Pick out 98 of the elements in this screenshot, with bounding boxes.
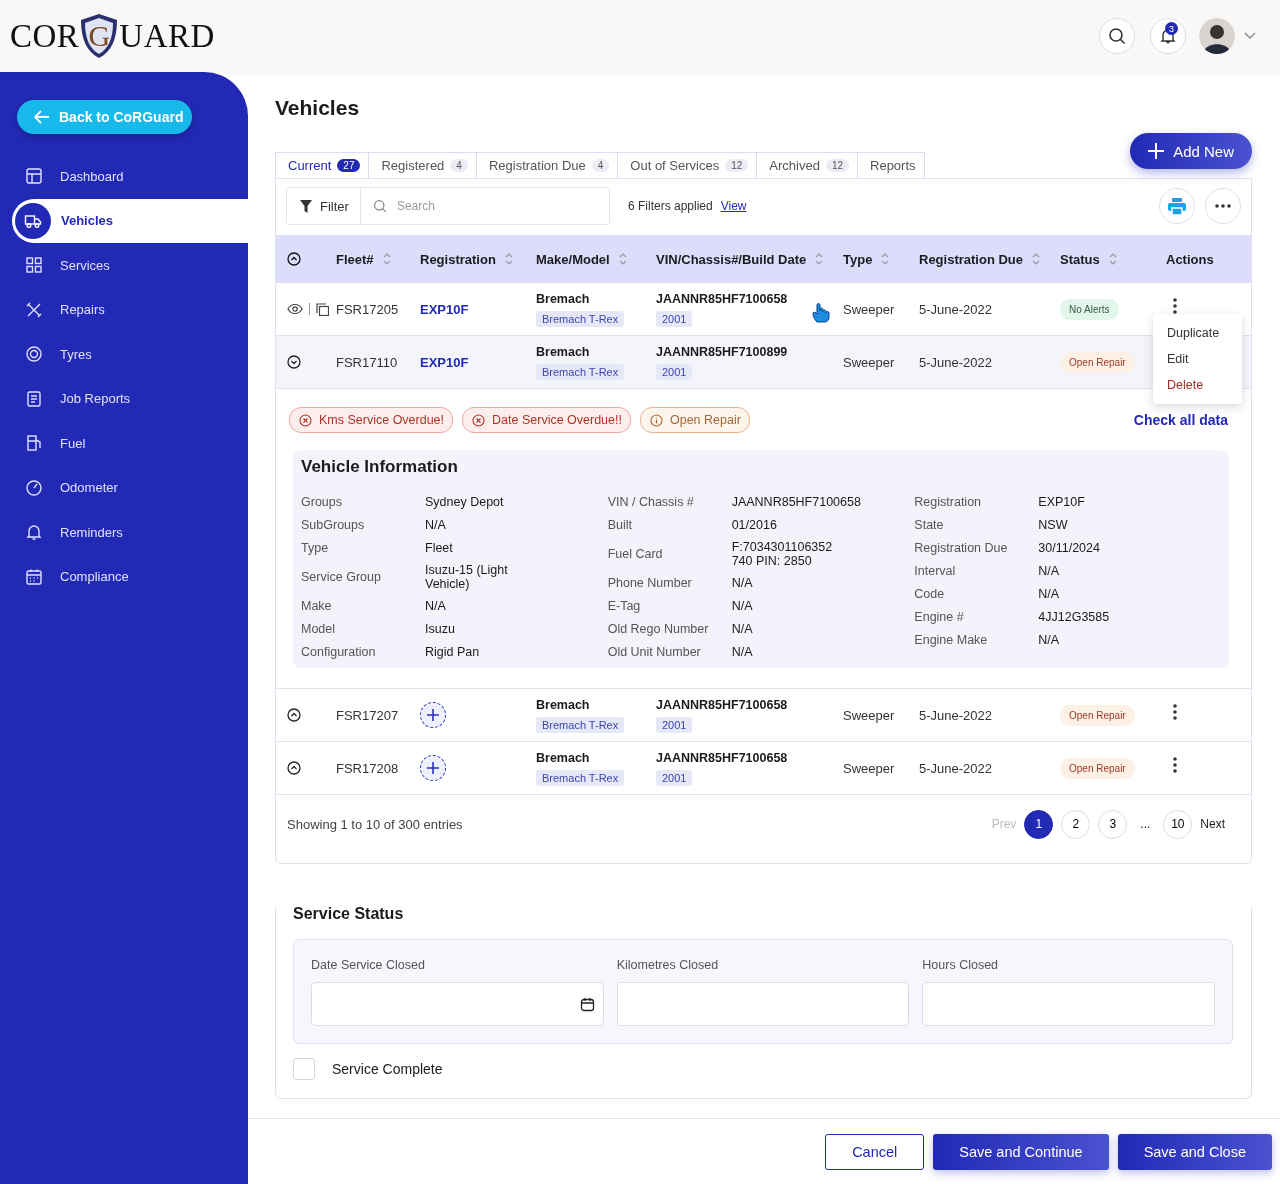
alert-chip: Date Service Overdue!! <box>462 407 631 433</box>
field-label: E-Tag <box>607 598 642 614</box>
field-value: EXP10F <box>1038 494 1086 510</box>
status-badge: Open Repair <box>1060 757 1135 779</box>
vehicle-type: Sweeper <box>843 301 895 317</box>
field-value: NSW <box>1038 517 1069 533</box>
fleet-number: FSR17110 <box>336 354 398 370</box>
column-header: VIN/Chassis#/Build Date <box>656 251 807 267</box>
registration-due: 5-June-2022 <box>919 301 992 317</box>
model-tag: Bremach T-Rex <box>536 769 625 786</box>
column-header: Status <box>1060 251 1100 267</box>
model-tag: Bremach T-Rex <box>536 310 625 327</box>
vehicle-type: Sweeper <box>843 707 895 723</box>
status-badge: Open Repair <box>1060 351 1135 373</box>
logo-text: COR <box>10 17 80 55</box>
model-tag: Bremach T-Rex <box>536 363 625 380</box>
field-value: JAANNR85HF7100658 <box>731 494 862 510</box>
status-badge: Open Repair <box>1060 704 1135 726</box>
field-value: N/A <box>731 644 754 660</box>
make: Bremach <box>536 750 590 765</box>
field-label: Kilometres Closed <box>616 958 720 972</box>
registration-due: 5-June-2022 <box>919 354 992 370</box>
section-title: Service Status <box>293 906 405 922</box>
vehicle-type: Sweeper <box>843 760 895 776</box>
make: Bremach <box>536 344 590 359</box>
field-value: N/A <box>425 517 447 533</box>
vin: JAANNR85HF7100658 <box>656 697 788 712</box>
fleet-number: FSR17207 <box>336 707 399 723</box>
logo-letter: G <box>88 19 111 53</box>
field-label: Date Service Closed <box>311 958 426 972</box>
year-tag: 2001 <box>656 716 693 733</box>
make: Bremach <box>536 291 590 306</box>
field-label: Registration <box>914 494 983 510</box>
field-value: Sydney Depot <box>425 494 505 510</box>
field-value: N/A <box>1038 586 1061 602</box>
vin: JAANNR85HF7100899 <box>656 344 788 359</box>
year-tag: 2001 <box>656 769 693 786</box>
field-label: Fuel Card <box>607 546 664 563</box>
checkbox-label: Service Complete <box>332 1061 443 1077</box>
field-label: Hours Closed <box>922 958 1000 972</box>
field-value: N/A <box>731 575 754 591</box>
field-label: Engine Make <box>914 632 989 648</box>
field-value: F:7034301106352 740 PIN: 2850 <box>731 540 834 568</box>
column-header: Actions <box>1166 251 1214 267</box>
vin: JAANNR85HF7100658 <box>656 750 788 765</box>
field-label: Configuration <box>301 644 377 660</box>
entries-summary: Showing 1 to 10 of 300 entries <box>287 816 463 832</box>
field-label: Make <box>301 598 333 614</box>
field-value: N/A <box>1038 563 1061 579</box>
registration-due: 5-June-2022 <box>919 707 992 723</box>
field-label: Service Group <box>301 569 382 586</box>
field-label: Old Rego Number <box>607 621 710 637</box>
year-tag: 2001 <box>656 363 693 380</box>
field-label: State <box>914 517 945 533</box>
page-ellipsis: ... <box>1139 817 1152 831</box>
field-value: Rigid Pan <box>425 644 481 660</box>
alert-chip: Kms Service Overdue! <box>289 407 454 433</box>
column-header: Fleet# <box>336 251 374 267</box>
filters-count: 6 Filters applied <box>628 199 713 213</box>
registration-due: 5-June-2022 <box>919 760 992 776</box>
status-badge: No Alerts <box>1060 298 1119 320</box>
field-label: SubGroups <box>301 517 366 533</box>
column-header: Make/Model <box>536 251 610 267</box>
field-label: Registration Due <box>914 540 1009 556</box>
field-value: 01/2016 <box>731 517 778 533</box>
year-tag: 2001 <box>656 310 693 327</box>
field-value: Isuzu-15 (Light Vehicle) <box>425 563 509 591</box>
field-label: Groups <box>301 494 343 510</box>
field-label: Model <box>301 621 337 637</box>
field-label: VIN / Chassis # <box>607 494 695 510</box>
fleet-number: FSR17205 <box>336 301 399 317</box>
field-label: Type <box>301 540 330 556</box>
page-title: Vehicles <box>275 95 361 121</box>
field-value: 4JJ12G3585 <box>1038 609 1111 625</box>
vehicle-type: Sweeper <box>843 354 895 370</box>
field-label: Code <box>914 586 946 602</box>
vin: JAANNR85HF7100658 <box>656 291 788 306</box>
column-header: Registration Due <box>919 251 1023 267</box>
column-header: Type <box>843 251 873 267</box>
field-value: N/A <box>731 598 754 614</box>
make: Bremach <box>536 697 590 712</box>
alert-chip: Open Repair <box>639 407 750 433</box>
field-label: Phone Number <box>607 575 693 591</box>
section-title: Vehicle Information <box>301 457 459 477</box>
field-value: N/A <box>731 621 754 637</box>
field-label: Engine # <box>914 609 965 625</box>
field-label: Built <box>607 517 633 533</box>
field-label: Interval <box>914 563 957 579</box>
field-value: Fleet <box>425 540 454 556</box>
fleet-number: FSR17208 <box>336 760 399 776</box>
logo-text: UARD <box>119 17 215 55</box>
field-value: Isuzu <box>425 621 456 637</box>
column-header: Registration <box>420 251 496 267</box>
field-value: N/A <box>425 598 447 614</box>
field-label: Old Unit Number <box>607 644 702 660</box>
field-value: N/A <box>1038 632 1061 648</box>
model-tag: Bremach T-Rex <box>536 716 625 733</box>
field-value: 30/11/2024 <box>1038 540 1101 556</box>
